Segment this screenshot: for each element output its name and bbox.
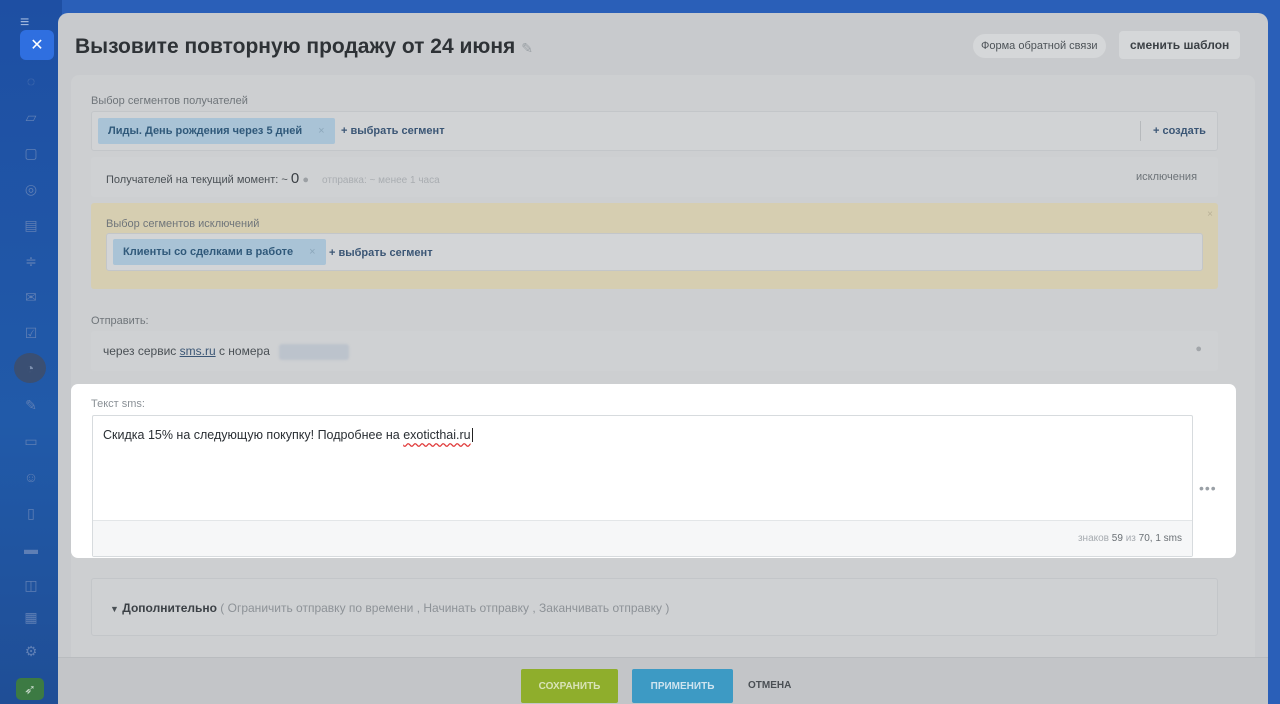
contacts-icon[interactable]: ☺	[18, 466, 44, 488]
left-rail: ≡ ✕ ◌ ▱ ▢ ◎ ▤ ≑ ✉ ☑ ◔ ✎ ▭ ☺ ▯ ▬ ◫ ▦ ⚙ ➶	[0, 0, 62, 704]
additional-row: ▼ Дополнительно ( Ограничить отправку по…	[110, 601, 669, 615]
campaign-panel: Вызовите повторную продажу от 24 июня ✎ Ф…	[58, 13, 1268, 704]
sms-text-label: Текст sms:	[91, 398, 145, 410]
action-bar: СОХРАНИТЬ ПРИМЕНИТЬ ОТМЕНА	[58, 657, 1268, 704]
document-icon[interactable]: ▯	[18, 502, 44, 524]
card-icon[interactable]: ▬	[18, 538, 44, 560]
additional-title[interactable]: Дополнительно	[122, 601, 217, 615]
send-label: Отправить:	[91, 315, 149, 327]
exclusion-segment-label: Клиенты со сделками в работе	[123, 246, 294, 258]
exclusions-segment-field[interactable]: Клиенты со сделками в работе × + выбрать…	[106, 233, 1203, 271]
sms-text-editor[interactable]: Скидка 15% на следующую покупку! Подробн…	[92, 415, 1193, 557]
recipients-label: Выбор сегментов получателей	[91, 95, 248, 107]
more-options-icon[interactable]: •••	[1199, 480, 1217, 496]
docs-icon[interactable]: ▤	[18, 214, 44, 236]
exclusion-segment-chip: Клиенты со сделками в работе ×	[113, 239, 326, 265]
text-cursor: ​	[471, 428, 473, 442]
recipients-count: Получателей на текущий момент: ~ 0 ● отп…	[106, 170, 440, 187]
recipients-segment-field[interactable]: Лиды. День рождения через 5 дней × + выб…	[91, 111, 1218, 151]
pen-icon[interactable]: ✎	[18, 394, 44, 416]
counter-prefix: знаков	[1077, 533, 1109, 544]
apply-button[interactable]: ПРИМЕНИТЬ	[632, 669, 733, 703]
divider	[1140, 121, 1141, 141]
page-title-text: Вызовите повторную продажу от 24 июня	[75, 35, 516, 58]
add-exclusion-segment-link[interactable]: + выбрать сегмент	[329, 247, 433, 259]
counter-of: из	[1125, 533, 1136, 544]
close-exclusions-icon[interactable]: ×	[1207, 209, 1213, 220]
send-via-suffix: с номера	[218, 344, 270, 359]
robot-icon[interactable]: ◫	[18, 574, 44, 596]
recipient-segment-label: Лиды. День рождения через 5 дней	[108, 125, 303, 137]
add-recipient-segment-link[interactable]: + выбрать сегмент	[341, 125, 445, 137]
send-via-prefix: через сервис	[103, 344, 177, 359]
recipients-count-label: Получателей на текущий момент: ~	[106, 174, 288, 186]
page-title: Вызовите повторную продажу от 24 июня ✎	[75, 35, 533, 59]
exclusions-section: Выбор сегментов исключений × Клиенты со …	[91, 203, 1218, 289]
send-via-row: через сервис sms.ru с номера ●	[91, 331, 1218, 371]
create-segment-link[interactable]: + создать	[1153, 125, 1206, 137]
calendar-icon[interactable]: ◎	[18, 178, 44, 200]
sms-text-main: Скидка 15% на следующую покупку! Подробн…	[103, 428, 404, 442]
recipient-segment-chip: Лиды. День рождения через 5 дней ×	[98, 118, 335, 144]
sms-text-section: Текст sms: Скидка 15% на следующую покуп…	[71, 384, 1236, 558]
phone-number-redacted[interactable]	[279, 344, 350, 360]
char-counter: знаков 59 из 70, 1 sms	[1078, 533, 1182, 544]
exclusions-link[interactable]: исключения	[1136, 171, 1197, 183]
recipients-count-row: Получателей на текущий момент: ~ 0 ● отп…	[91, 157, 1218, 197]
recipients-count-value: 0	[290, 170, 300, 187]
info-icon[interactable]: ●	[302, 174, 309, 186]
sms-text-content[interactable]: Скидка 15% на следующую покупку! Подробн…	[103, 428, 473, 442]
additional-section[interactable]: ▼ Дополнительно ( Ограничить отправку по…	[91, 578, 1218, 636]
chevron-down-icon[interactable]: ▼	[110, 604, 119, 614]
sms-footer: знаков 59 из 70, 1 sms	[93, 520, 1192, 556]
sms-text-link: exoticthai.ru	[403, 428, 471, 442]
cancel-button[interactable]: ОТМЕНА	[748, 680, 791, 691]
edit-pencil-icon[interactable]: ✎	[521, 40, 533, 56]
settings-icon[interactable]: ⚙	[18, 640, 44, 662]
change-template-button[interactable]: сменить шаблон	[1119, 31, 1241, 59]
exclusions-label: Выбор сегментов исключений	[106, 218, 260, 230]
feed-icon[interactable]: ◌	[18, 70, 44, 92]
chat-icon[interactable]: ▢	[18, 142, 44, 164]
send-time-estimate: отправка: ~ менее 1 часа	[322, 175, 440, 186]
rocket-icon[interactable]: ➶	[16, 678, 44, 700]
remove-exclusion-icon[interactable]: ×	[309, 246, 315, 258]
funnel-icon[interactable]: ≑	[18, 250, 44, 272]
tasks-icon[interactable]: ▱	[18, 106, 44, 128]
close-icon[interactable]: ✕	[20, 30, 54, 60]
save-button[interactable]: СОХРАНИТЬ	[521, 669, 618, 703]
additional-options[interactable]: ( Ограничить отправку по времени , Начин…	[220, 601, 669, 615]
counter-sms: , 1 sms	[1149, 533, 1182, 544]
calendar2-icon[interactable]: ▦	[18, 606, 44, 628]
counter-max: 70	[1138, 533, 1150, 544]
check-icon[interactable]: ☑	[18, 322, 44, 344]
help-icon[interactable]: ●	[1195, 343, 1202, 355]
send-via-text: через сервис sms.ru с номера	[103, 344, 350, 360]
screen-icon[interactable]: ▭	[18, 430, 44, 452]
counter-count: 59	[1111, 533, 1123, 544]
sms-service-link[interactable]: sms.ru	[180, 344, 216, 358]
mail-icon[interactable]: ✉	[18, 286, 44, 308]
marketing-icon[interactable]: ◔	[14, 353, 46, 383]
remove-segment-icon[interactable]: ×	[318, 125, 324, 137]
feedback-form-button[interactable]: Форма обратной связи	[973, 34, 1106, 58]
